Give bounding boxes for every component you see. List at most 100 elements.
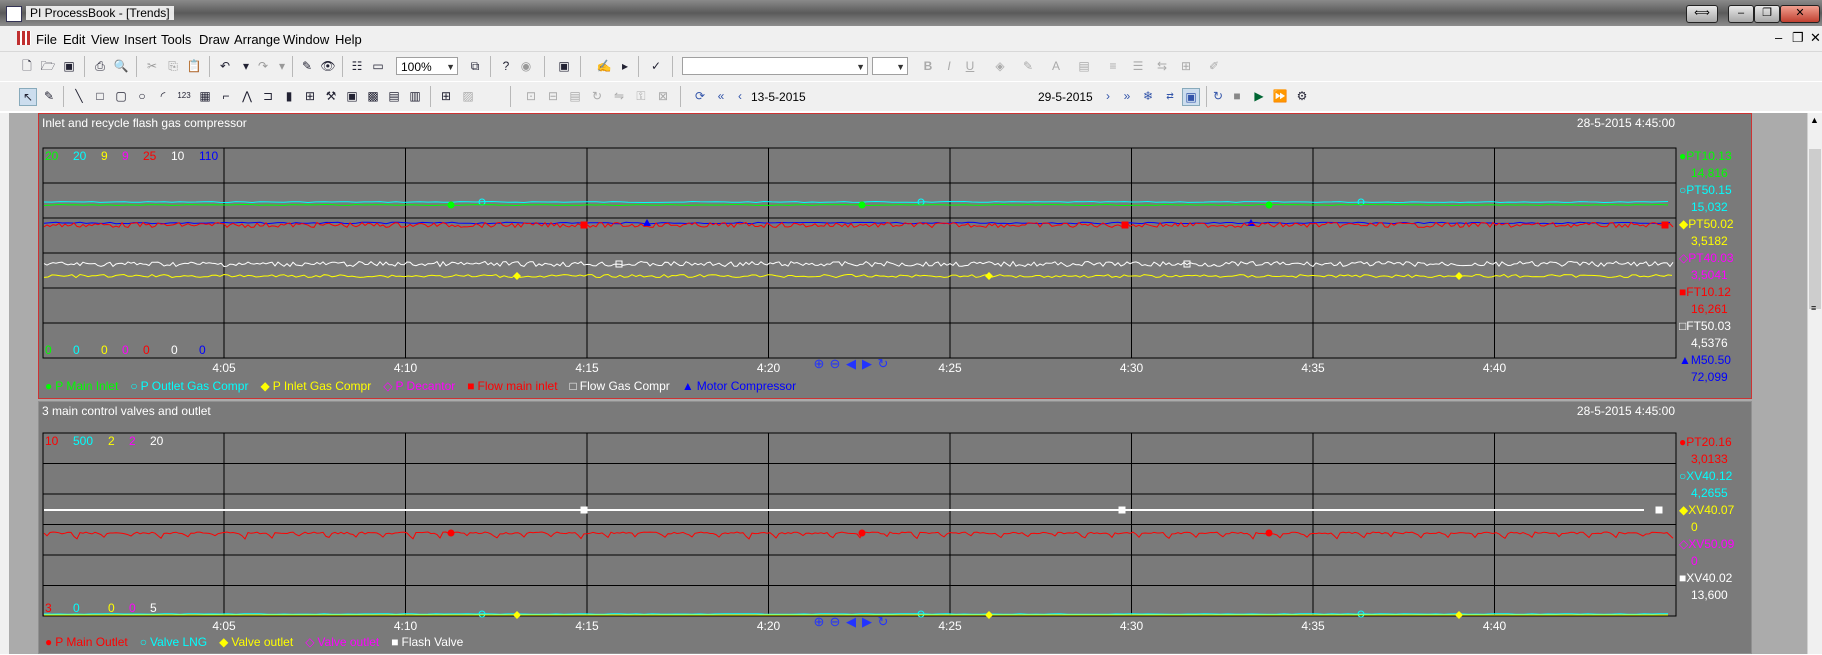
legend-item[interactable]: ◆ Valve outlet	[219, 635, 299, 649]
new-icon[interactable]: 🗋	[19, 58, 35, 74]
underline-icon[interactable]: U	[962, 58, 978, 74]
legend-item[interactable]: ● P Main Inlet	[45, 379, 124, 393]
script-icon[interactable]: ✍	[596, 58, 612, 74]
scroll-up-icon[interactable]: ▲	[1810, 115, 1819, 125]
legend-item[interactable]: ■ Flow main inlet	[467, 379, 563, 393]
edit-tool-icon[interactable]: ✎	[41, 88, 57, 104]
zoom-in-icon[interactable]: ⊕	[814, 614, 825, 629]
fast-forward-icon[interactable]: ⏩	[1272, 88, 1288, 104]
scroll-left-icon[interactable]: ◀	[846, 614, 856, 629]
build-icon[interactable]: ✎	[299, 58, 315, 74]
properties-icon[interactable]: ☷	[349, 58, 365, 74]
text-color-icon[interactable]: A	[1048, 58, 1064, 74]
text-tool-icon[interactable]: ▦	[197, 88, 213, 104]
menu-view[interactable]: View	[91, 32, 119, 47]
zoom-out-icon[interactable]: ⊖	[830, 614, 841, 629]
value-tool-icon[interactable]: 123	[176, 88, 192, 104]
stop-icon[interactable]: ■	[1229, 88, 1245, 104]
xy-plot-icon[interactable]: ▩	[365, 88, 381, 104]
menu-window[interactable]: Window	[283, 32, 329, 47]
line-style-icon[interactable]: ≡	[1105, 58, 1121, 74]
tag-value-item[interactable]: ◆XV40.07 0	[1679, 502, 1734, 536]
shadow-icon[interactable]: ▤	[1076, 58, 1092, 74]
italic-icon[interactable]: I	[941, 58, 957, 74]
play-icon[interactable]: ▶	[1251, 88, 1267, 104]
zoom-out-icon[interactable]: ⊖	[830, 356, 841, 371]
bring-front-icon[interactable]: ▨	[460, 88, 476, 104]
font-name-select[interactable]: ▼	[682, 57, 868, 75]
tag-value-item[interactable]: ○XV40.12 4,2655	[1679, 468, 1734, 502]
close-button[interactable]: ✕	[1780, 5, 1820, 23]
fill-color-icon[interactable]: ◈	[992, 58, 1008, 74]
display-icon[interactable]: ▭	[370, 58, 386, 74]
image-icon[interactable]: ▤	[386, 88, 402, 104]
trend-panel-compressor[interactable]: Inlet and recycle flash gas compressor 2…	[38, 113, 1752, 399]
lock-icon[interactable]: ⚿	[633, 88, 649, 104]
print-icon[interactable]: ⎙	[92, 58, 108, 74]
trend-plot[interactable]: 4:05 4:10 4:15 4:20 4:25 4:30 4:35 4:40 20 20 9 9 25…	[39, 114, 1753, 400]
minimize-button[interactable]: –	[1728, 5, 1754, 23]
legend-item[interactable]: ◇ Valve outlet	[305, 635, 385, 649]
document-icon[interactable]	[17, 31, 31, 45]
polyline-icon[interactable]: ⋀	[239, 88, 255, 104]
settings-icon[interactable]: ⚙	[1294, 88, 1310, 104]
button-tool-icon[interactable]: ▥	[407, 88, 423, 104]
print-preview-icon[interactable]: 🔍	[113, 58, 129, 74]
run-icon[interactable]: ▸	[617, 58, 633, 74]
line-tool-icon[interactable]: ╲	[71, 88, 87, 104]
connector-icon[interactable]: ⌐	[218, 88, 234, 104]
menu-draw[interactable]: Draw	[199, 32, 229, 47]
flip-icon[interactable]: ⇋	[611, 88, 627, 104]
format-painter-icon[interactable]: ✐	[1206, 58, 1222, 74]
legend-item[interactable]: □ Flow Gas Compr	[570, 379, 676, 393]
scroll-right-icon[interactable]: ▶	[862, 614, 872, 629]
legend-item[interactable]: ▲ Motor Compressor	[682, 379, 802, 393]
chevron-right-icon[interactable]: ›	[1100, 88, 1116, 104]
rectangle-tool-icon[interactable]: □	[92, 88, 108, 104]
trend-plot[interactable]: 4:05 4:10 4:15 4:20 4:25 4:30 4:35 4:4010 500 2 2 2…	[39, 402, 1753, 655]
paste-icon[interactable]: 📋	[186, 58, 202, 74]
ellipse-tool-icon[interactable]: ○	[134, 88, 150, 104]
chevron-left-icon[interactable]: ‹	[732, 88, 748, 104]
open-icon[interactable]: 🗁	[40, 58, 56, 74]
menu-edit[interactable]: Edit	[63, 32, 85, 47]
save-icon[interactable]: ▣	[61, 58, 77, 74]
update-icon[interactable]: ↻	[1210, 88, 1226, 104]
zoom-in-icon[interactable]: ⊕	[814, 356, 825, 371]
copy-icon[interactable]: ⎘	[165, 58, 181, 74]
tag-value-item[interactable]: ■FT10.12 16,261	[1679, 284, 1734, 318]
scroll-right-icon[interactable]: ▶	[862, 356, 872, 371]
legend-item[interactable]: ◆ P Inlet Gas Compr	[260, 379, 377, 393]
mdi-close-button[interactable]: ✕	[1810, 30, 1821, 46]
menu-tools[interactable]: Tools	[161, 32, 191, 47]
font-size-select[interactable]: ▼	[872, 57, 908, 75]
restore-arrows-icon[interactable]: ⟺	[1686, 5, 1718, 23]
maximize-button[interactable]: ❐	[1754, 5, 1780, 23]
snowflake-icon[interactable]: ❄	[1140, 88, 1156, 104]
menu-help[interactable]: Help	[335, 32, 362, 47]
freeform-icon[interactable]: ⊐	[260, 88, 276, 104]
refresh-icon[interactable]: ⟳	[692, 88, 708, 104]
undo-icon[interactable]: ↶	[217, 58, 233, 74]
tag-value-item[interactable]: ○PT50.15 15,032	[1679, 182, 1734, 216]
bold-icon[interactable]: B	[920, 58, 936, 74]
menu-arrange[interactable]: Arrange	[234, 32, 280, 47]
undo-dropdown-icon[interactable]: ▾	[238, 58, 254, 74]
trend-tool-icon[interactable]: ▣	[344, 88, 360, 104]
tag-value-item[interactable]: ◇PT40.03 3,5041	[1679, 250, 1734, 284]
arc-tool-icon[interactable]: ◜	[155, 88, 171, 104]
ungroup-icon[interactable]: ⊟	[545, 88, 561, 104]
legend-item[interactable]: ● P Main Outlet	[45, 635, 134, 649]
refresh-icon[interactable]: ↻	[878, 614, 889, 629]
run-mode-icon[interactable]: ▣	[1182, 88, 1200, 106]
time-range-icon[interactable]: ⇄	[1162, 88, 1178, 104]
vertical-scrollbar[interactable]: ▲ ≡	[1807, 113, 1822, 654]
menu-insert[interactable]: Insert	[124, 32, 157, 47]
align-icon[interactable]: ⊞	[1178, 58, 1194, 74]
find-icon[interactable]: 👁	[320, 58, 336, 74]
tag-value-item[interactable]: ●PT20.16 3,0133	[1679, 434, 1734, 468]
tag-value-item[interactable]: ■XV40.02 13,600	[1679, 570, 1734, 604]
double-chevron-left-icon[interactable]: «	[713, 88, 729, 104]
tag-value-item[interactable]: ●PT10.13 14,816	[1679, 148, 1734, 182]
tag-value-item[interactable]: ▲M50.50 72,099	[1679, 352, 1734, 386]
